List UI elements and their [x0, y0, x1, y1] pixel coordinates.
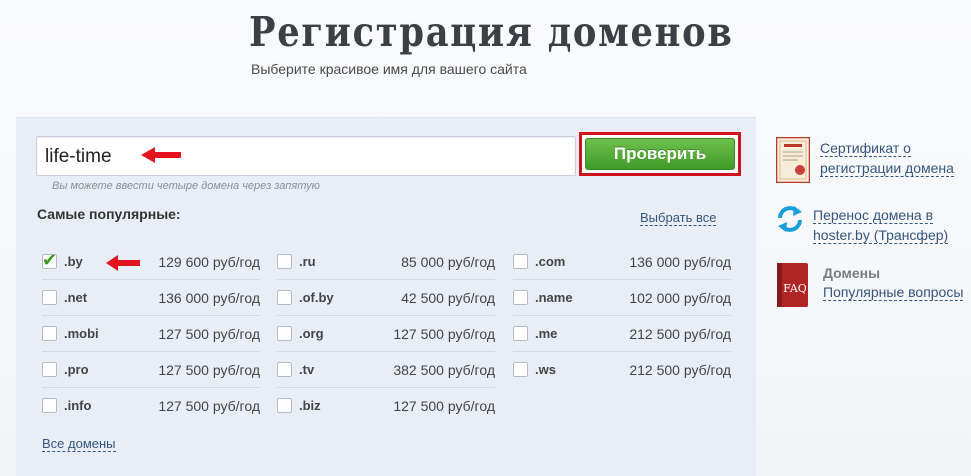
- domain-name: .me: [535, 326, 558, 341]
- red-arrow-icon: [106, 255, 140, 271]
- domain-price: 42 500 руб/год: [401, 290, 495, 306]
- check-button-highlight: Проверить: [579, 132, 741, 176]
- domain-option[interactable]: .ru 85 000 руб/год: [277, 244, 495, 280]
- domain-name: .of.by: [299, 290, 334, 305]
- transfer-link-line2[interactable]: hoster.by (Трансфер): [813, 227, 949, 244]
- faq-link[interactable]: Популярные вопросы: [823, 284, 964, 301]
- certificate-icon: [775, 136, 811, 184]
- domain-checkbox[interactable]: [277, 362, 292, 377]
- domain-name: .ws: [535, 362, 556, 377]
- page-subtitle: Выберите красивое имя для вашего сайта: [251, 61, 527, 77]
- domain-checkbox[interactable]: [513, 362, 528, 377]
- domain-price: 127 500 руб/год: [158, 326, 260, 342]
- page-title: Регистрация доменов: [249, 8, 734, 56]
- domain-name: .net: [64, 290, 88, 305]
- domain-name: .biz: [299, 398, 321, 413]
- domain-price: 127 500 руб/год: [158, 362, 260, 378]
- domain-search-field[interactable]: [36, 136, 576, 176]
- checkmark-icon: ✔: [42, 250, 58, 271]
- domain-option[interactable]: .tv 382 500 руб/год: [277, 352, 495, 388]
- domain-price: 212 500 руб/год: [629, 362, 731, 378]
- domain-option[interactable]: .ws 212 500 руб/год: [513, 352, 731, 388]
- select-all-link[interactable]: Выбрать все: [640, 210, 717, 226]
- domain-option[interactable]: .me 212 500 руб/год: [513, 316, 731, 352]
- domain-checkbox[interactable]: [42, 290, 57, 305]
- domain-checkbox[interactable]: [513, 254, 528, 269]
- domain-name: .by: [64, 254, 83, 269]
- faq-block: Домены Популярные вопросы: [823, 264, 964, 302]
- domain-price: 212 500 руб/год: [629, 326, 731, 342]
- certificate-link-line2[interactable]: регистрации домена: [820, 160, 954, 177]
- domain-name: .pro: [64, 362, 89, 377]
- domain-name: .ru: [299, 254, 316, 269]
- domain-checkbox[interactable]: [277, 326, 292, 341]
- domain-price: 136 000 руб/год: [629, 254, 731, 270]
- domain-checkbox[interactable]: [513, 326, 528, 341]
- domain-option[interactable]: .pro 127 500 руб/год: [42, 352, 260, 388]
- domain-price: 129 600 руб/год: [158, 254, 260, 270]
- domain-name: .tv: [299, 362, 315, 377]
- domain-name: .org: [299, 326, 324, 341]
- domain-checkbox[interactable]: [277, 290, 292, 305]
- refresh-icon: [778, 206, 802, 232]
- faq-icon-text: FAQ: [783, 282, 807, 295]
- domain-checkbox[interactable]: [42, 398, 57, 413]
- page-header: Регистрация доменов Выберите красивое им…: [0, 0, 971, 110]
- transfer-item[interactable]: [776, 205, 804, 238]
- domain-option[interactable]: .net 136 000 руб/год: [42, 280, 260, 316]
- transfer-link-block: Перенос домена в hoster.by (Трансфер): [813, 205, 949, 245]
- all-domains-link[interactable]: Все домены: [42, 436, 116, 452]
- certificate-link-block: Сертификат о регистрации домена: [820, 138, 954, 178]
- domain-checkbox[interactable]: [277, 254, 292, 269]
- domain-price: 136 000 руб/год: [158, 290, 260, 306]
- popular-domains-title: Самые популярные:: [37, 206, 181, 222]
- domain-option[interactable]: ✔ .by 129 600 руб/год: [42, 244, 260, 280]
- faq-book-icon: FAQ: [777, 263, 808, 307]
- faq-heading: Домены: [823, 265, 881, 281]
- domain-price: 127 500 руб/год: [158, 398, 260, 414]
- domain-checkbox[interactable]: [42, 362, 57, 377]
- domain-name: .com: [535, 254, 566, 269]
- domain-option[interactable]: .org 127 500 руб/год: [277, 316, 495, 352]
- domain-option[interactable]: .of.by 42 500 руб/год: [277, 280, 495, 316]
- domain-price: 127 500 руб/год: [393, 398, 495, 414]
- domain-name: .mobi: [64, 326, 99, 341]
- red-arrow-icon: [141, 147, 181, 163]
- certificate-item[interactable]: [775, 136, 811, 188]
- certificate-link-line1[interactable]: Сертификат о: [820, 140, 911, 157]
- domain-price: 382 500 руб/год: [393, 362, 495, 378]
- domain-checkbox[interactable]: [42, 326, 57, 341]
- domain-checkbox[interactable]: [277, 398, 292, 413]
- domain-price: 127 500 руб/год: [393, 326, 495, 342]
- domain-checkbox[interactable]: ✔: [42, 250, 57, 271]
- faq-item[interactable]: FAQ: [776, 262, 810, 313]
- domain-option[interactable]: .com 136 000 руб/год: [513, 244, 731, 280]
- domain-price: 85 000 руб/год: [401, 254, 495, 270]
- domain-option[interactable]: .info 127 500 руб/год: [42, 388, 260, 424]
- domain-checkbox[interactable]: [513, 290, 528, 305]
- check-button[interactable]: Проверить: [585, 138, 735, 170]
- domain-search-input[interactable]: [45, 144, 565, 170]
- domain-price: 102 000 руб/год: [629, 290, 731, 306]
- domain-name: .name: [535, 290, 573, 305]
- transfer-link-line1[interactable]: Перенос домена в: [813, 207, 934, 224]
- domain-option[interactable]: .mobi 127 500 руб/год: [42, 316, 260, 352]
- domain-option[interactable]: .biz 127 500 руб/год: [277, 388, 495, 424]
- search-hint: Вы можете ввести четыре домена через зап…: [52, 180, 320, 192]
- domain-option[interactable]: .name 102 000 руб/год: [513, 280, 731, 316]
- domain-name: .info: [64, 398, 92, 413]
